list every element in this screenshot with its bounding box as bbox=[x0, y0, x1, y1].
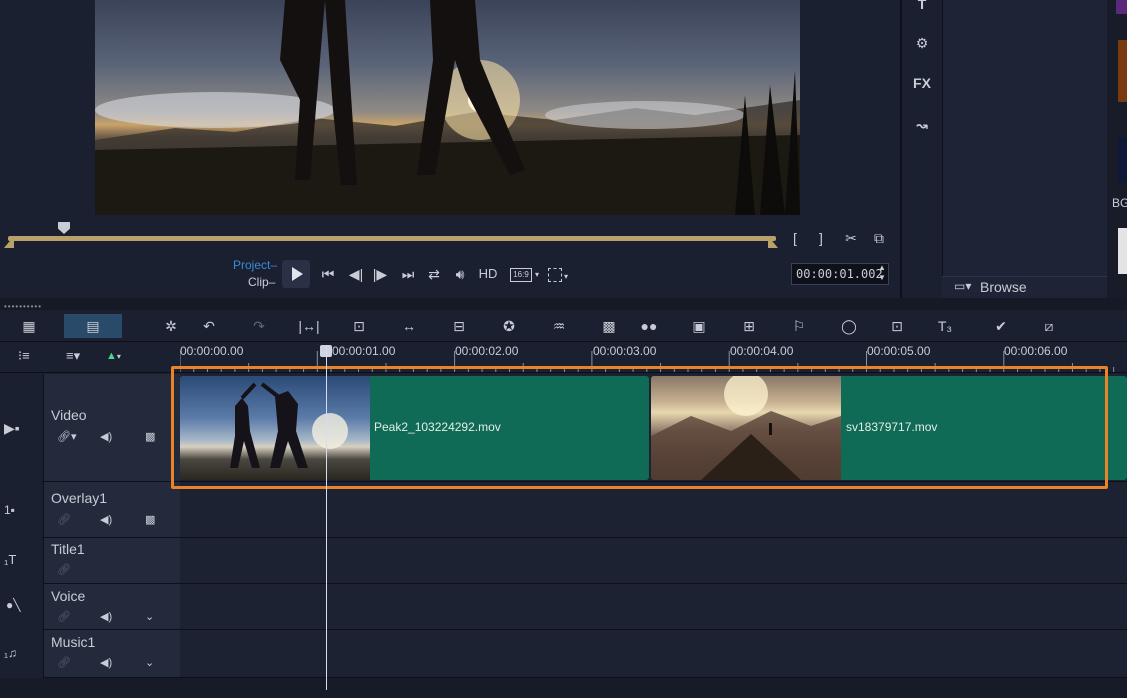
timecode-stepper[interactable]: ▲ ▼ bbox=[878, 263, 886, 283]
aspect-dropdown-icon[interactable]: ▾ bbox=[535, 270, 539, 279]
check-icon[interactable]: ✔ bbox=[988, 314, 1014, 338]
crop-dropdown-icon[interactable]: ▾ bbox=[564, 272, 568, 281]
crop-icon[interactable] bbox=[548, 268, 562, 282]
cue-icon[interactable]: ▲▾ bbox=[106, 350, 121, 362]
preview-video[interactable] bbox=[95, 0, 800, 215]
video-track-icon: ▶▪ bbox=[4, 420, 20, 436]
ripple-icon[interactable]: ↔ bbox=[396, 314, 422, 338]
split-icon[interactable]: ⊟ bbox=[446, 314, 472, 338]
panel-divider[interactable] bbox=[0, 298, 1127, 310]
previous-frame-icon[interactable]: ◀| bbox=[346, 263, 366, 285]
ruler-label: 00:00:04.00 bbox=[730, 344, 794, 358]
track-name[interactable]: Voice bbox=[51, 588, 85, 604]
ruler-label: 00:00:01.00 bbox=[332, 344, 396, 358]
library-thumb-2[interactable] bbox=[1118, 40, 1127, 102]
track-name[interactable]: Overlay1 bbox=[51, 490, 107, 506]
timeline-view-icon[interactable]: ▤ bbox=[64, 314, 122, 338]
ripple-edit-icon[interactable]: ▩ bbox=[145, 513, 155, 526]
link-icon[interactable]: 🔗︎▾ bbox=[57, 430, 77, 443]
subtitle-icon[interactable]: ▣ bbox=[686, 314, 712, 338]
track-name[interactable]: Music1 bbox=[51, 634, 95, 650]
3d-title-icon[interactable]: T₃ bbox=[932, 314, 958, 338]
ruler-label: 00:00:00.00 bbox=[180, 344, 244, 358]
mark-out-icon[interactable]: ] bbox=[814, 227, 828, 249]
bg-label: BG bbox=[1112, 196, 1127, 210]
chapter-icon[interactable]: ≡▾ bbox=[66, 348, 80, 364]
library-panel bbox=[942, 0, 1107, 278]
expand-icon[interactable]: ⌄ bbox=[145, 610, 154, 623]
link-icon[interactable]: 🔗︎ bbox=[57, 656, 71, 669]
track-lane-overlay1[interactable] bbox=[180, 482, 1127, 538]
timeline-scrollbar[interactable] bbox=[0, 678, 1127, 698]
volume-icon[interactable]: 🔊︎ bbox=[450, 263, 470, 285]
track-manager-icon[interactable]: ⁝≡ bbox=[18, 348, 30, 364]
mode-clip[interactable]: Clip– bbox=[248, 275, 275, 289]
mark-in-icon[interactable]: [ bbox=[788, 227, 802, 249]
hd-button[interactable]: HD bbox=[476, 263, 500, 285]
overlay-track-icon: 1▪ bbox=[4, 503, 15, 517]
library-thumb-1[interactable] bbox=[1116, 0, 1127, 14]
library-thumb-4[interactable] bbox=[1118, 228, 1127, 274]
aspect-ratio-button[interactable]: 16:9 bbox=[510, 268, 532, 282]
ruler-label: 00:00:02.00 bbox=[455, 344, 519, 358]
timecode-field[interactable]: 00:00:01.002 bbox=[791, 263, 889, 285]
play-button[interactable] bbox=[282, 260, 310, 288]
music-track-icon: ₁♫ bbox=[4, 646, 18, 660]
path-icon[interactable]: ↝ bbox=[908, 113, 936, 137]
redo-icon[interactable]: ↷ bbox=[246, 314, 272, 338]
track-lane-music1[interactable] bbox=[180, 630, 1127, 678]
color-grading-icon[interactable]: ✪ bbox=[496, 314, 522, 338]
track-lane-title1[interactable] bbox=[180, 538, 1127, 584]
voice-track-icon: ●╲ bbox=[6, 598, 21, 612]
transition-icon[interactable]: ⚙ bbox=[908, 31, 936, 55]
ripple-edit-icon[interactable]: ▩ bbox=[145, 430, 155, 443]
mute-icon[interactable]: ◀) bbox=[100, 513, 112, 526]
split-screen-icon[interactable]: ⊞ bbox=[736, 314, 762, 338]
ruler-label: 00:00:05.00 bbox=[867, 344, 931, 358]
mute-icon[interactable]: ◀) bbox=[100, 430, 112, 443]
undo-icon[interactable]: ↶ bbox=[196, 314, 222, 338]
end-icon[interactable]: ⏭ bbox=[398, 263, 418, 285]
enlarge-preview-icon[interactable]: ⧉ bbox=[868, 227, 890, 249]
track-name[interactable]: Title1 bbox=[51, 541, 85, 557]
track-name[interactable]: Video bbox=[51, 407, 87, 423]
repeat-icon[interactable]: ⇄ bbox=[424, 263, 444, 285]
screen-capture-icon[interactable]: ⊡ bbox=[346, 314, 372, 338]
link-icon[interactable]: 🔗︎ bbox=[57, 610, 71, 623]
expand-icon[interactable]: ⌄ bbox=[145, 656, 154, 669]
title-icon[interactable]: T bbox=[908, 0, 936, 16]
mode-project[interactable]: Project– bbox=[233, 258, 277, 272]
ruler-label: 00:00:03.00 bbox=[593, 344, 657, 358]
track-lane-voice[interactable] bbox=[180, 584, 1127, 630]
browse-button[interactable]: ▭▾ Browse bbox=[942, 276, 1107, 298]
play-icon bbox=[292, 267, 303, 281]
fx-icon[interactable]: FX bbox=[908, 71, 936, 95]
multicam-icon[interactable]: ▩ bbox=[596, 314, 622, 338]
mask-icon[interactable]: ●● bbox=[636, 314, 662, 338]
link-icon[interactable]: 🔗︎ bbox=[57, 513, 71, 526]
preview-image bbox=[95, 0, 800, 215]
morph-icon[interactable]: ◯ bbox=[836, 314, 862, 338]
playhead-line[interactable] bbox=[326, 345, 327, 690]
mute-icon[interactable]: ◀) bbox=[100, 656, 112, 669]
home-icon[interactable]: ⏮ bbox=[318, 263, 338, 285]
mute-icon[interactable]: ◀) bbox=[100, 610, 112, 623]
tools-icon[interactable]: ✲ bbox=[158, 314, 184, 338]
crop-tool-icon[interactable]: ⊡ bbox=[884, 314, 910, 338]
storyboard-view-icon[interactable]: ▦ bbox=[16, 314, 42, 338]
fit-project-icon[interactable]: |↔| bbox=[296, 314, 322, 338]
scissors-icon[interactable]: ✂ bbox=[840, 227, 862, 249]
clip-selection-outline bbox=[171, 366, 1108, 489]
title-track-icon: ₁T bbox=[4, 552, 17, 567]
audio-icon[interactable]: ♒ bbox=[546, 314, 572, 338]
library-thumb-3[interactable] bbox=[1118, 138, 1127, 183]
next-frame-icon[interactable]: |▶ bbox=[370, 263, 390, 285]
pan-zoom-icon[interactable]: ⧄ bbox=[1036, 314, 1062, 338]
browse-icon: ▭▾ bbox=[954, 279, 972, 293]
scrub-bar[interactable] bbox=[8, 236, 776, 241]
ruler-label: 00:00:06.00 bbox=[1004, 344, 1068, 358]
motion-icon[interactable]: ⚐ bbox=[786, 314, 812, 338]
link-icon[interactable]: 🔗︎ bbox=[57, 563, 71, 576]
